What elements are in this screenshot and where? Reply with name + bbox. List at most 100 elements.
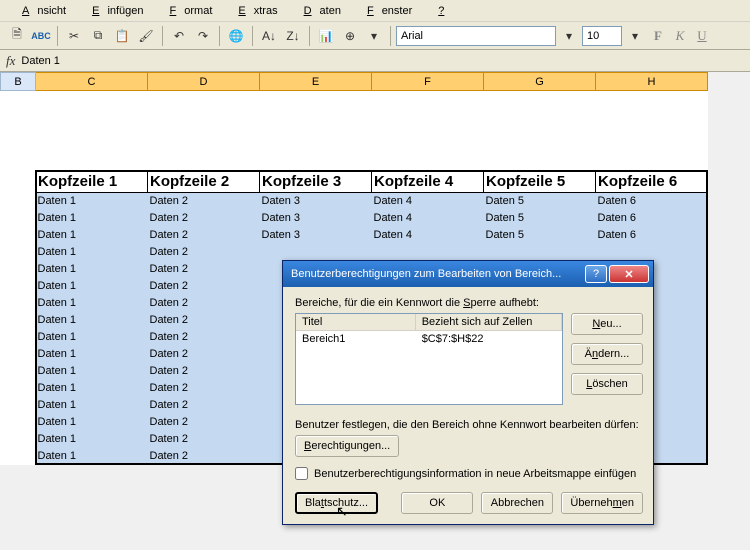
col-header-E[interactable]: E: [260, 73, 372, 91]
col-header-F[interactable]: F: [372, 73, 484, 91]
font-dropdown-icon[interactable]: ▾: [558, 25, 580, 47]
size-dropdown-icon[interactable]: ▾: [624, 25, 646, 47]
cell[interactable]: Daten 1: [36, 312, 148, 329]
cell[interactable]: Daten 1: [36, 363, 148, 380]
copy-icon[interactable]: ⧉: [87, 25, 109, 47]
apply-button[interactable]: Übernehmen: [561, 492, 643, 514]
table-header[interactable]: Kopfzeile 2: [148, 171, 260, 193]
cell[interactable]: Daten 2: [148, 329, 260, 346]
undo-icon[interactable]: ↶: [168, 25, 190, 47]
bold-toggle[interactable]: F: [648, 26, 668, 46]
cell[interactable]: Daten 1: [36, 278, 148, 295]
menu-fenster[interactable]: Fenster: [351, 3, 420, 19]
permissions-button[interactable]: Berechtigungen...: [295, 435, 399, 457]
cell[interactable]: Daten 3: [260, 193, 372, 210]
cell[interactable]: Daten 2: [148, 363, 260, 380]
cell[interactable]: Daten 1: [36, 448, 148, 465]
format-paint-icon[interactable]: 🖌: [135, 25, 157, 47]
cell[interactable]: Daten 2: [148, 431, 260, 448]
table-header[interactable]: Kopfzeile 4: [372, 171, 484, 193]
cell[interactable]: Daten 2: [148, 448, 260, 465]
cell[interactable]: Daten 1: [36, 227, 148, 244]
ranges-listbox[interactable]: Titel Bezieht sich auf Zellen Bereich1 $…: [295, 313, 563, 405]
cell[interactable]: Daten 6: [596, 227, 708, 244]
cut-icon[interactable]: ✂: [63, 25, 85, 47]
cell[interactable]: Daten 1: [36, 431, 148, 448]
menu-daten[interactable]: Daten: [288, 3, 349, 19]
delete-button[interactable]: Löschen: [571, 373, 643, 395]
cell[interactable]: Daten 2: [148, 244, 260, 261]
col-header-D[interactable]: D: [148, 73, 260, 91]
cell[interactable]: Daten 2: [148, 210, 260, 227]
font-name-select[interactable]: [396, 26, 556, 46]
cell[interactable]: Daten 2: [148, 312, 260, 329]
new-button[interactable]: Neu...: [571, 313, 643, 335]
help-icon[interactable]: ?: [585, 265, 607, 283]
cell[interactable]: Daten 2: [148, 261, 260, 278]
menu-?[interactable]: ?: [422, 3, 460, 19]
cell[interactable]: Daten 2: [148, 278, 260, 295]
cell[interactable]: Daten 1: [36, 295, 148, 312]
menu-extras[interactable]: Extras: [222, 3, 285, 19]
dialog-titlebar[interactable]: Benutzerberechtigungen zum Bearbeiten vo…: [283, 261, 653, 287]
cell[interactable]: Daten 6: [596, 193, 708, 210]
cancel-button[interactable]: Abbrechen: [481, 492, 553, 514]
table-header[interactable]: Kopfzeile 5: [484, 171, 596, 193]
col-header-B[interactable]: B: [1, 73, 36, 91]
table-header[interactable]: Kopfzeile 3: [260, 171, 372, 193]
paste-icon[interactable]: 📋: [111, 25, 133, 47]
redo-icon[interactable]: ↷: [192, 25, 214, 47]
menu-ansicht[interactable]: Ansicht: [6, 3, 74, 19]
cell[interactable]: [596, 244, 708, 261]
cell[interactable]: Daten 5: [484, 193, 596, 210]
edit-button[interactable]: Ändern...: [571, 343, 643, 365]
formula-value[interactable]: Daten 1: [21, 55, 744, 67]
cell[interactable]: Daten 1: [36, 380, 148, 397]
cell[interactable]: Daten 2: [148, 397, 260, 414]
cell[interactable]: Daten 3: [260, 210, 372, 227]
cell[interactable]: Daten 5: [484, 210, 596, 227]
cell[interactable]: Daten 1: [36, 244, 148, 261]
table-header[interactable]: Kopfzeile 6: [596, 171, 708, 193]
table-header[interactable]: Kopfzeile 1: [36, 171, 148, 193]
italic-toggle[interactable]: K: [670, 26, 690, 46]
sort-asc-icon[interactable]: A↓: [258, 25, 280, 47]
cell[interactable]: Daten 1: [36, 329, 148, 346]
cell[interactable]: Daten 2: [148, 227, 260, 244]
spellcheck-icon[interactable]: ABC: [30, 25, 52, 47]
ok-button[interactable]: OK: [401, 492, 473, 514]
sheet-protect-button[interactable]: Blattsch↖utz...: [295, 492, 378, 514]
paste-info-check-input[interactable]: [295, 467, 308, 480]
list-row[interactable]: Bereich1 $C$7:$H$22: [296, 331, 562, 347]
cell[interactable]: Daten 2: [148, 193, 260, 210]
navigator-icon[interactable]: ⊕: [339, 25, 361, 47]
cell[interactable]: Daten 1: [36, 210, 148, 227]
cell[interactable]: [372, 244, 484, 261]
cell[interactable]: Daten 4: [372, 227, 484, 244]
close-icon[interactable]: ✕: [609, 265, 649, 283]
menu-einfügen[interactable]: Einfügen: [76, 3, 151, 19]
hyperlink-icon[interactable]: 🌐: [225, 25, 247, 47]
cell[interactable]: [260, 244, 372, 261]
col-header-G[interactable]: G: [484, 73, 596, 91]
cell[interactable]: Daten 1: [36, 193, 148, 210]
cell[interactable]: Daten 2: [148, 380, 260, 397]
paste-info-checkbox[interactable]: Benutzerberechtigungsinformation in neue…: [295, 467, 643, 480]
cell[interactable]: Daten 5: [484, 227, 596, 244]
font-size-select[interactable]: [582, 26, 622, 46]
dropdown-icon[interactable]: ▾: [363, 25, 385, 47]
cell[interactable]: Daten 1: [36, 261, 148, 278]
cell[interactable]: Daten 2: [148, 295, 260, 312]
print-preview-icon[interactable]: 🗎: [6, 25, 28, 47]
cell[interactable]: Daten 1: [36, 346, 148, 363]
menu-format[interactable]: Format: [154, 3, 221, 19]
col-header-C[interactable]: C: [36, 73, 148, 91]
cell[interactable]: Daten 3: [260, 227, 372, 244]
underline-toggle[interactable]: U: [692, 26, 712, 46]
col-header-H[interactable]: H: [596, 73, 708, 91]
cell[interactable]: Daten 2: [148, 414, 260, 431]
cell[interactable]: Daten 1: [36, 397, 148, 414]
chart-icon[interactable]: 📊: [315, 25, 337, 47]
cell[interactable]: Daten 1: [36, 414, 148, 431]
sort-desc-icon[interactable]: Z↓: [282, 25, 304, 47]
